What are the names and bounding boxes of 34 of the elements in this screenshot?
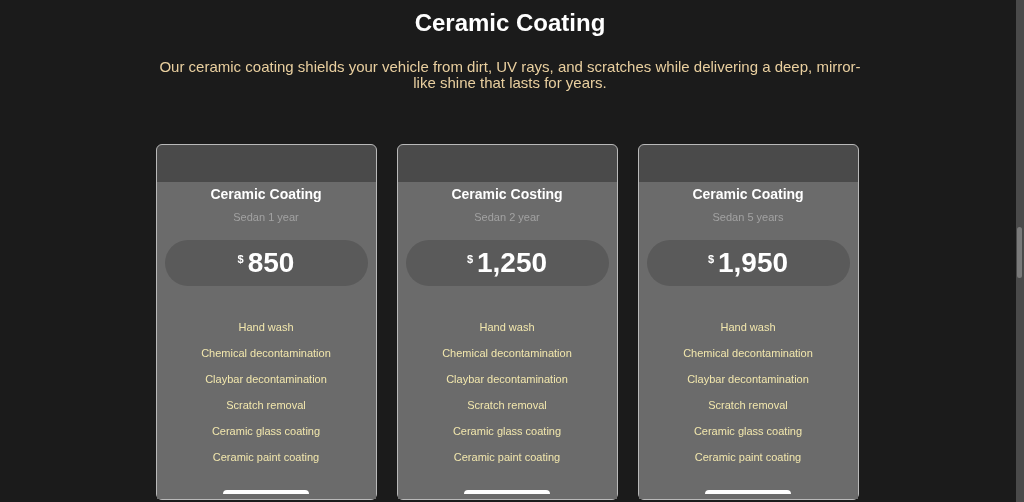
feature-item: Chemical decontamination: [683, 346, 813, 360]
feature-item: Chemical decontamination: [442, 346, 572, 360]
feature-item: Ceramic glass coating: [693, 424, 803, 438]
feature-item: Ceramic paint coating: [694, 450, 802, 464]
feature-item: Claybar decontamination: [687, 372, 809, 386]
plan-name: Ceramic Coating: [210, 185, 322, 203]
feature-item: Chemical decontamination: [201, 346, 331, 360]
feature-item: Ceramic paint coating: [212, 450, 320, 464]
feature-item: Scratch removal: [708, 398, 788, 412]
price: 1,950: [718, 247, 789, 279]
price: 1,250: [477, 247, 548, 279]
feature-item: Scratch removal: [467, 398, 547, 412]
feature-item: Claybar decontamination: [446, 372, 568, 386]
card-button[interactable]: [464, 490, 550, 494]
feature-item: Hand wash: [238, 320, 294, 334]
feature-item: Ceramic paint coating: [453, 450, 561, 464]
feature-item: Ceramic glass coating: [211, 424, 321, 438]
page-title: Ceramic Coating: [414, 9, 606, 37]
card-button[interactable]: [705, 490, 791, 494]
price: 850: [247, 247, 295, 279]
feature-item: Scratch removal: [226, 398, 306, 412]
feature-item: Hand wash: [720, 320, 776, 334]
description: Our ceramic coating shields your vehicle from dirt, UV rays, and scratches while delivering a deep, mirror-like shine that lasts for years.: [158, 59, 862, 91]
currency-symbol: $: [707, 253, 714, 265]
plan-name: Ceramic Costing: [451, 185, 563, 203]
currency-symbol: $: [237, 253, 244, 265]
scrollbar[interactable]: [1016, 0, 1024, 502]
feature-item: Claybar decontamination: [205, 372, 327, 386]
plan-name: Ceramic Coating: [692, 185, 804, 203]
feature-item: Ceramic glass coating: [452, 424, 562, 438]
card-button[interactable]: [223, 490, 309, 494]
feature-item: Hand wash: [479, 320, 535, 334]
currency-symbol: $: [466, 253, 473, 265]
scrollbar-thumb[interactable]: [1017, 227, 1022, 278]
